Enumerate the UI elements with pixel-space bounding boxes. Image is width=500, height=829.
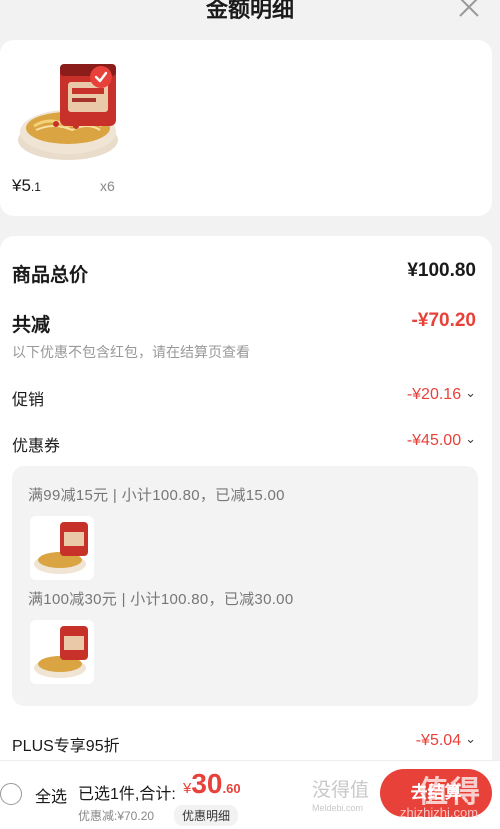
close-icon[interactable] bbox=[456, 0, 482, 20]
total-amount: ¥30.60 bbox=[183, 768, 241, 800]
discount-detail-button[interactable]: 优惠明细 bbox=[174, 805, 239, 826]
coupon-value-wrap: -¥45.00 ⌄ bbox=[406, 431, 476, 450]
product-unit-price: ¥5.1 bbox=[12, 176, 41, 196]
watermark-domain: zhizhizhi.com bbox=[400, 805, 479, 820]
discount-note: 以下优惠不包含红包，请在结算页查看 bbox=[12, 344, 250, 360]
chevron-down-icon[interactable]: ⌄ bbox=[465, 431, 476, 447]
plus-value-wrap: -¥5.04 ⌄ bbox=[415, 731, 476, 750]
coupon-line-2: 满100减30元 | 小计100.80，已减30.00 bbox=[28, 591, 294, 608]
plus-label: PLUS专享95折 bbox=[12, 738, 120, 755]
page-title: 金额明细 bbox=[205, 0, 294, 22]
coupon-detail-box: 满99减15元 | 小计100.80，已减15.00 满100减30元 | 小计… bbox=[12, 466, 478, 706]
product-quantity: x6 bbox=[100, 178, 115, 194]
product-card: ¥5.1 x6 bbox=[0, 40, 492, 216]
total-label: 商品总价 bbox=[12, 265, 89, 286]
coupon-value: -¥45.00 bbox=[406, 432, 462, 449]
total-value: ¥100.80 bbox=[407, 260, 476, 281]
product-check-icon[interactable] bbox=[90, 66, 112, 88]
amount-detail-card: 商品总价 ¥100.80 共减 -¥70.20 以下优惠不包含红包，请在结算页查… bbox=[0, 236, 492, 796]
chevron-down-icon[interactable]: ⌄ bbox=[465, 385, 476, 401]
unit-price-decimal: .1 bbox=[30, 180, 41, 194]
coupon-product-image bbox=[30, 620, 94, 684]
checkout-bar: 全选 已选1件,合计: ¥30.60 优惠减:¥70.20 优惠明细 没得值 M… bbox=[0, 760, 500, 829]
coupon-line-1: 满99减15元 | 小计100.80，已减15.00 bbox=[28, 487, 285, 504]
total-dec: .60 bbox=[222, 781, 241, 796]
promo-value-wrap: -¥20.16 ⌄ bbox=[406, 385, 476, 404]
watermark-text: 没得值 bbox=[312, 780, 370, 801]
discount-summary: 优惠减:¥70.20 bbox=[78, 809, 155, 823]
coupon-label: 优惠券 bbox=[12, 438, 61, 455]
select-all-label[interactable]: 全选 bbox=[35, 783, 67, 807]
coupon-product-image bbox=[30, 516, 94, 580]
select-all-radio-icon[interactable] bbox=[0, 783, 22, 805]
selected-count: 已选1件,合计: bbox=[78, 786, 176, 803]
plus-value: -¥5.04 bbox=[415, 732, 462, 749]
reduce-label: 共减 bbox=[12, 315, 51, 336]
unit-price-main: ¥5 bbox=[12, 176, 31, 195]
reduce-value: -¥70.20 bbox=[411, 310, 476, 331]
promo-value: -¥20.16 bbox=[406, 386, 462, 403]
watermark-url: Meldebi.com bbox=[312, 803, 364, 813]
promo-label: 促销 bbox=[12, 392, 45, 409]
total-int: 30 bbox=[191, 768, 223, 799]
header: 金额明细 bbox=[0, 0, 500, 36]
chevron-down-icon[interactable]: ⌄ bbox=[465, 731, 476, 747]
